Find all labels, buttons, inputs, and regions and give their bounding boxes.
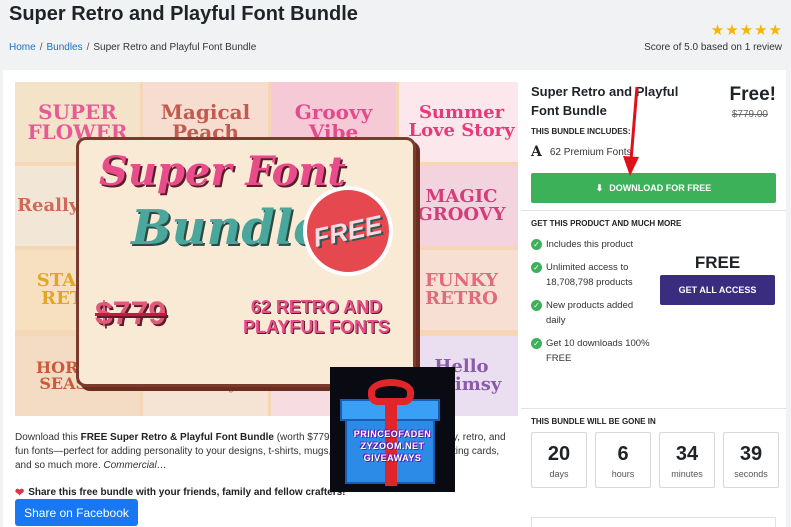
benefit-item: ✓ Get 10 downloads 100% FREE xyxy=(531,336,651,366)
gift-bow-icon xyxy=(368,379,414,405)
countdown-label: days xyxy=(549,469,569,479)
check-icon: ✓ xyxy=(531,300,542,311)
get-more-heading: GET THIS PRODUCT AND MUCH MORE xyxy=(531,219,682,228)
star-icon: ★ xyxy=(754,22,768,39)
rating-stars: ★ ★ ★ ★ ★ xyxy=(711,23,782,38)
benefits-list: ✓ Includes this product ✓ Unlimited access… xyxy=(531,237,651,374)
purchase-sidebar: Super Retro and Playful Font Bundle Free… xyxy=(521,70,786,527)
breadcrumb-current: Super Retro and Playful Font Bundle xyxy=(93,42,257,53)
countdown-value: 34 xyxy=(675,443,699,465)
benefit-item: ✓ New products added daily xyxy=(531,298,651,328)
breadcrumb-bundles[interactable]: Bundles xyxy=(46,42,82,53)
star-icon: ★ xyxy=(739,22,754,39)
banner-price: $779 xyxy=(95,295,167,331)
countdown-heading: THIS BUNDLE WILL BE GONE IN xyxy=(531,417,656,426)
sidebar-product-title: Super Retro and Playful Font Bundle xyxy=(531,84,679,118)
description-text: Download this xyxy=(15,432,81,443)
page-header: Super Retro and Playful Font Bundle Home… xyxy=(0,0,791,70)
countdown-timer: 20 days 6 hours 34 minutes 39 seconds xyxy=(531,432,779,488)
hero-tile: MAGIC GROOVY xyxy=(399,166,518,246)
heart-icon: ❤ xyxy=(15,487,25,499)
download-label: DOWNLOAD FOR FREE xyxy=(609,183,712,193)
includes-item: A 62 Premium Fonts xyxy=(531,144,632,160)
banner-title-line1: Super Font xyxy=(99,148,346,195)
page-title: Super Retro and Playful Font Bundle xyxy=(9,3,358,25)
benefit-text: Get 10 downloads 100% FREE xyxy=(546,338,650,364)
price-original: $779.00 xyxy=(731,109,768,120)
share-facebook-button[interactable]: Share on Facebook xyxy=(15,499,138,526)
countdown-value: 39 xyxy=(739,443,763,465)
benefit-text: Includes this product xyxy=(546,239,634,250)
overlay-text-line2: ZYZOOM.NET xyxy=(360,441,425,451)
star-icon: ★ xyxy=(725,22,739,39)
countdown-hours: 6 hours xyxy=(595,432,651,488)
check-icon: ✓ xyxy=(531,262,542,273)
includes-heading: THIS BUNDLE INCLUDES: xyxy=(531,127,631,136)
countdown-minutes: 34 minutes xyxy=(659,432,715,488)
star-icon: ★ xyxy=(768,22,782,39)
benefit-item: ✓ Includes this product xyxy=(531,237,651,252)
all-access-price: FREE xyxy=(694,253,741,272)
breadcrumb: Home / Bundles / Super Retro and Playful Fon… xyxy=(9,42,257,53)
overlay-text-line3: GIVEAWAYS xyxy=(363,453,422,463)
hero-tile: Summer Love Story xyxy=(399,82,518,162)
description-italic: Commercial… xyxy=(103,460,167,471)
countdown-label: seconds xyxy=(734,469,768,479)
benefit-text: New products added daily xyxy=(546,300,634,326)
countdown-label: minutes xyxy=(671,469,703,479)
divider xyxy=(521,210,786,211)
includes-text: 62 Premium Fonts xyxy=(549,146,632,158)
sidebar-next-section xyxy=(531,517,776,527)
font-icon: A xyxy=(531,144,542,160)
star-icon: ★ xyxy=(710,22,725,39)
free-badge-label: FREE xyxy=(310,208,385,253)
product-image[interactable]: SUPER FLOWER Magical Peach Groovy Vibe S… xyxy=(15,82,518,416)
countdown-label: hours xyxy=(611,469,635,479)
countdown-value: 6 xyxy=(617,443,629,465)
countdown-value: 20 xyxy=(547,443,571,465)
giveaway-overlay: PRINCEOFADEN ZYZOOM.NET GIVEAWAYS xyxy=(330,367,455,492)
check-icon: ✓ xyxy=(531,338,542,349)
download-icon: ⬇ xyxy=(595,182,604,193)
check-icon: ✓ xyxy=(531,239,542,250)
description-bold: FREE Super Retro & Playful Font Bundle xyxy=(80,432,274,443)
get-all-access-button[interactable]: GET ALL ACCESS xyxy=(660,275,775,305)
divider xyxy=(521,408,786,409)
breadcrumb-home[interactable]: Home xyxy=(9,42,36,53)
benefit-item: ✓ Unlimited access to 18,708,798 products xyxy=(531,260,651,290)
overlay-text-line1: PRINCEOFADEN xyxy=(353,429,432,439)
countdown-seconds: 39 seconds xyxy=(723,432,779,488)
banner-title-line2: Bundle xyxy=(131,200,324,256)
price-free: Free! xyxy=(729,84,776,105)
download-free-button[interactable]: ⬇ DOWNLOAD FOR FREE xyxy=(531,173,776,203)
benefit-text: Unlimited access to 18,708,798 products xyxy=(546,262,633,288)
free-badge: FREE xyxy=(303,186,393,276)
share-prompt: ❤ Share this free bundle with your frien… xyxy=(15,486,346,499)
rating-score: Score of 5.0 based on 1 review xyxy=(644,42,782,53)
banner-fonts-count: 62 RETRO AND PLAYFUL FONTS xyxy=(242,297,390,337)
share-text: Share this free bundle with your friends… xyxy=(28,487,346,498)
countdown-days: 20 days xyxy=(531,432,587,488)
hero-tile: FUNKY RETRO xyxy=(399,250,518,330)
